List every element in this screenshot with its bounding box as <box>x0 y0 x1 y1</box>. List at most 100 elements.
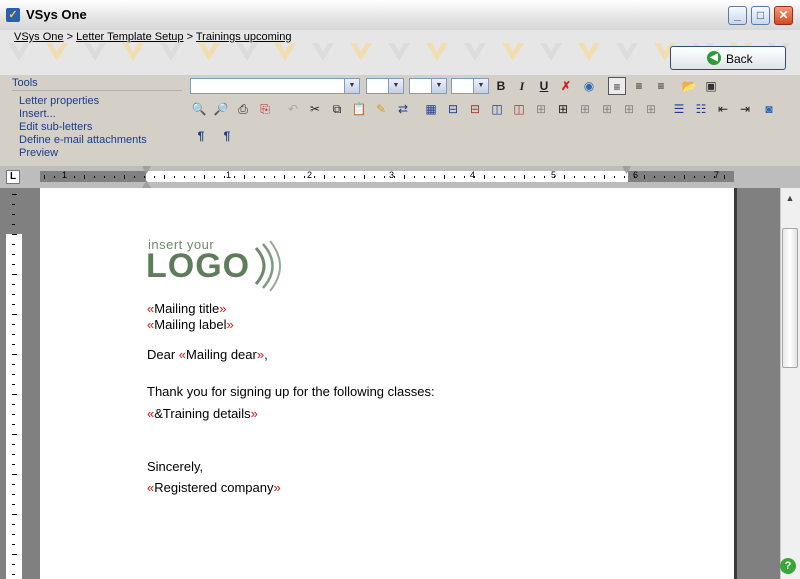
replace-icon[interactable]: ⇄ <box>394 100 412 118</box>
ruler-tick <box>644 175 645 179</box>
insert-table-icon[interactable]: ▦ <box>422 100 440 118</box>
ruler-tick <box>244 175 245 179</box>
ruler-tick <box>434 176 435 178</box>
breadcrumb-separator: > <box>186 31 194 43</box>
save-icon[interactable]: ▣ <box>702 77 720 95</box>
scroll-up-icon[interactable]: ▲ <box>781 190 799 206</box>
hand-paragraph-icon[interactable]: ¶ <box>192 127 210 145</box>
inside-borders-icon[interactable]: ⊞ <box>576 100 594 118</box>
cut-icon[interactable]: ✂ <box>306 100 324 118</box>
breadcrumb-vsys-one[interactable]: VSys One <box>14 31 64 43</box>
tool-letter-properties[interactable]: Letter properties <box>19 95 147 108</box>
italic-button[interactable]: I <box>513 77 531 95</box>
scroll-thumb[interactable] <box>782 228 798 368</box>
header-pattern-tile <box>418 30 456 75</box>
vertical-ruler-top-margin <box>6 190 22 234</box>
increase-indent-icon[interactable]: ⇥ <box>736 100 754 118</box>
print-icon[interactable]: ⎙ <box>234 100 252 118</box>
ruler-tick <box>44 175 45 179</box>
align-center-icon[interactable]: ≡ <box>630 77 648 95</box>
bullet-list-icon[interactable]: ☰ <box>670 100 688 118</box>
copy-icon[interactable]: ⧉ <box>328 100 346 118</box>
merge-field-mailing-dear[interactable]: Mailing dear <box>186 347 257 362</box>
font-size-select[interactable]: ▼ <box>366 78 404 94</box>
merge-field-mailing-label[interactable]: Mailing label <box>154 317 226 332</box>
breadcrumb-letter-template-setup[interactable]: Letter Template Setup <box>76 31 183 43</box>
tab-stop-selector[interactable]: L <box>6 170 20 184</box>
no-borders-icon[interactable]: ⊞ <box>620 100 638 118</box>
back-button[interactable]: ◀ Back <box>670 46 786 70</box>
open-folder-icon[interactable]: 📂 <box>680 77 698 95</box>
dropdown-arrow-icon: ▼ <box>431 79 446 93</box>
underline-button[interactable]: U <box>535 77 553 95</box>
insert-column-left-icon[interactable]: ◫ <box>488 100 506 118</box>
breadcrumb-separator: > <box>66 31 74 43</box>
close-button[interactable]: ✕ <box>774 6 793 25</box>
breadcrumb: VSys One > Letter Template Setup > Train… <box>14 31 291 43</box>
zoom-out-icon[interactable]: 🔍 <box>190 100 208 118</box>
header-pattern-tile <box>494 30 532 75</box>
ruler-tick <box>104 176 105 178</box>
all-borders-icon[interactable]: ⊞ <box>554 100 572 118</box>
merge-field-training-details[interactable]: &Training details <box>154 406 250 421</box>
ruler-tick <box>464 176 465 178</box>
vertical-ruler-tick <box>12 354 17 355</box>
ruler-tick <box>544 176 545 178</box>
insert-row-above-icon[interactable]: ⊟ <box>444 100 462 118</box>
ruler-tick <box>444 175 445 179</box>
maximize-icon: □ <box>756 8 765 22</box>
tool-define-email-attachments[interactable]: Define e-mail attachments <box>19 134 147 147</box>
vertical-ruler-tick <box>12 484 15 485</box>
breadcrumb-trainings-upcoming[interactable]: Trainings upcoming <box>196 31 292 43</box>
ruler-tick <box>324 175 325 179</box>
ruler-number: 7 <box>714 170 720 180</box>
insert-column-right-icon[interactable]: ◫ <box>510 100 528 118</box>
strikethrough-icon[interactable]: ✗ <box>557 77 575 95</box>
insert-row-below-icon[interactable]: ⊟ <box>466 100 484 118</box>
vertical-ruler-tick <box>12 284 15 285</box>
style-select[interactable]: ▼ <box>409 78 447 94</box>
tool-edit-sub-letters[interactable]: Edit sub-letters <box>19 121 147 134</box>
undo-icon[interactable]: ↶ <box>284 100 302 118</box>
vertical-ruler-tick <box>12 514 17 515</box>
vertical-ruler-tick <box>12 504 15 505</box>
ruler-tick <box>344 176 345 178</box>
bold-button[interactable]: B <box>492 77 510 95</box>
zoom-select[interactable]: ▼ <box>451 78 489 94</box>
vertical-ruler-tick <box>12 424 15 425</box>
outside-borders-icon[interactable]: ⊞ <box>598 100 616 118</box>
merge-field-mailing-title[interactable]: Mailing title <box>154 301 219 316</box>
merge-field-registered-company[interactable]: Registered company <box>154 480 273 495</box>
zoom-in-icon[interactable]: 🔎 <box>212 100 230 118</box>
show-formatting-icon[interactable]: ¶ <box>218 127 236 145</box>
minimize-button[interactable]: _ <box>728 6 747 25</box>
numbered-list-icon[interactable]: ☷ <box>692 100 710 118</box>
ruler-tick <box>724 175 725 179</box>
vertical-ruler-tick <box>12 254 15 255</box>
ruler-tick <box>234 176 235 178</box>
tool-preview[interactable]: Preview <box>19 147 147 160</box>
align-left-icon[interactable]: ≡ <box>608 77 626 95</box>
ruler-tick <box>484 175 485 179</box>
align-right-icon[interactable]: ≡ <box>652 77 670 95</box>
ruler-tick <box>414 176 415 178</box>
paste-icon[interactable]: 📋 <box>350 100 368 118</box>
ruler-tick <box>164 175 165 179</box>
insert-image-icon[interactable]: ◙ <box>760 100 778 118</box>
ruler-tick <box>404 175 405 179</box>
vertical-ruler-tick <box>12 564 15 565</box>
ruler-tick <box>74 176 75 178</box>
print-preview-icon[interactable]: ⎘ <box>256 100 274 118</box>
color-picker-icon[interactable]: ◉ <box>580 77 598 95</box>
maximize-button[interactable]: □ <box>751 6 770 25</box>
format-painter-icon[interactable]: ✎ <box>372 100 390 118</box>
vertical-ruler-tick <box>12 414 15 415</box>
header-pattern-tile <box>304 30 342 75</box>
help-icon[interactable]: ? <box>780 558 796 574</box>
delete-cells-icon[interactable]: ⊞ <box>532 100 550 118</box>
tool-insert[interactable]: Insert... <box>19 108 147 121</box>
decrease-indent-icon[interactable]: ⇤ <box>714 100 732 118</box>
font-name-select[interactable]: ▼ <box>190 78 360 94</box>
merge-cells-icon[interactable]: ⊞ <box>642 100 660 118</box>
ruler-tick <box>364 175 365 179</box>
